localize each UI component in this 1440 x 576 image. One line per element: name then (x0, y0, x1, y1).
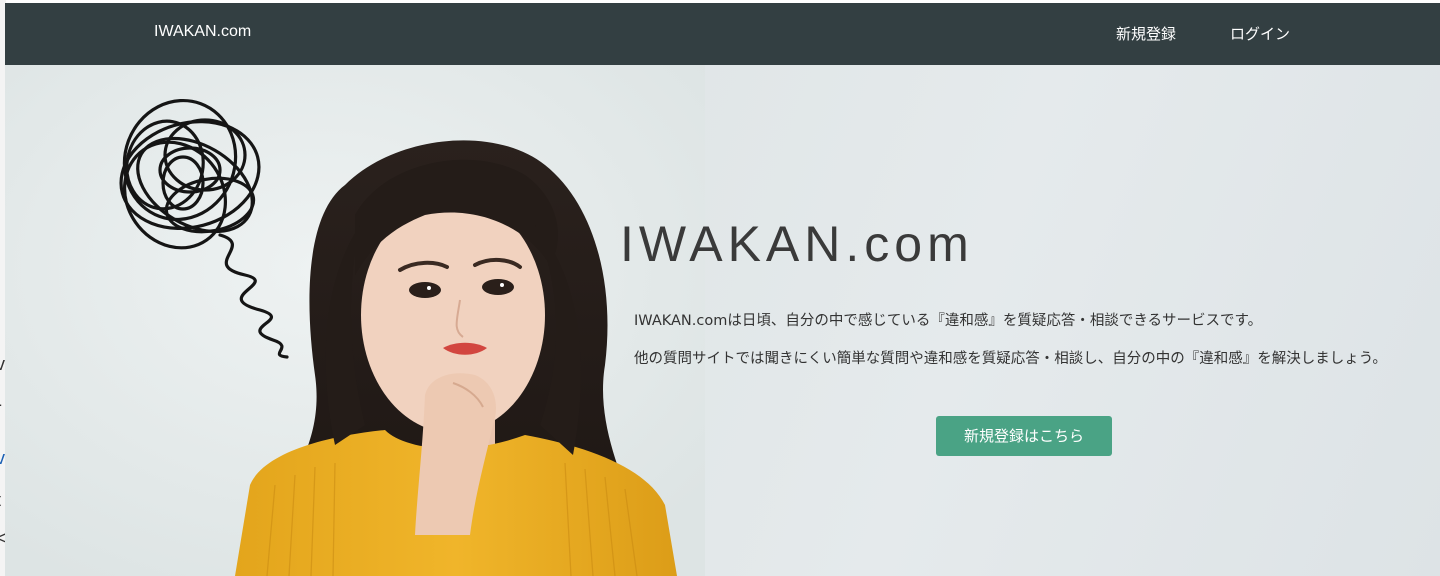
thinking-woman-photo (5, 65, 705, 576)
navbar: IWAKAN.com 新規登録 ログイン (5, 3, 1440, 65)
nav-signup-link[interactable]: 新規登録 (1116, 23, 1176, 44)
nav-login-link[interactable]: ログイン (1230, 23, 1290, 44)
hero-section: IWAKAN.com IWAKAN.comは日頃、自分の中で感じている『違和感』… (5, 65, 1440, 576)
hero-title: IWAKAN.com (620, 216, 974, 272)
hero-description-2: 他の質問サイトでは聞きにくい簡単な質問や違和感を質疑応答・相談し、自分の中の『違… (634, 351, 1387, 367)
hero-description-1: IWAKAN.comは日頃、自分の中で感じている『違和感』を質疑応答・相談できる… (634, 313, 1263, 329)
signup-cta-button[interactable]: 新規登録はこちら (936, 416, 1112, 456)
background-text-fragment: t (0, 490, 1, 511)
page: l v - v t < IWAKAN.com 新規登録 ログイン (0, 0, 1440, 576)
background-text-fragment: - (0, 394, 2, 415)
brand-link[interactable]: IWAKAN.com (154, 23, 251, 41)
